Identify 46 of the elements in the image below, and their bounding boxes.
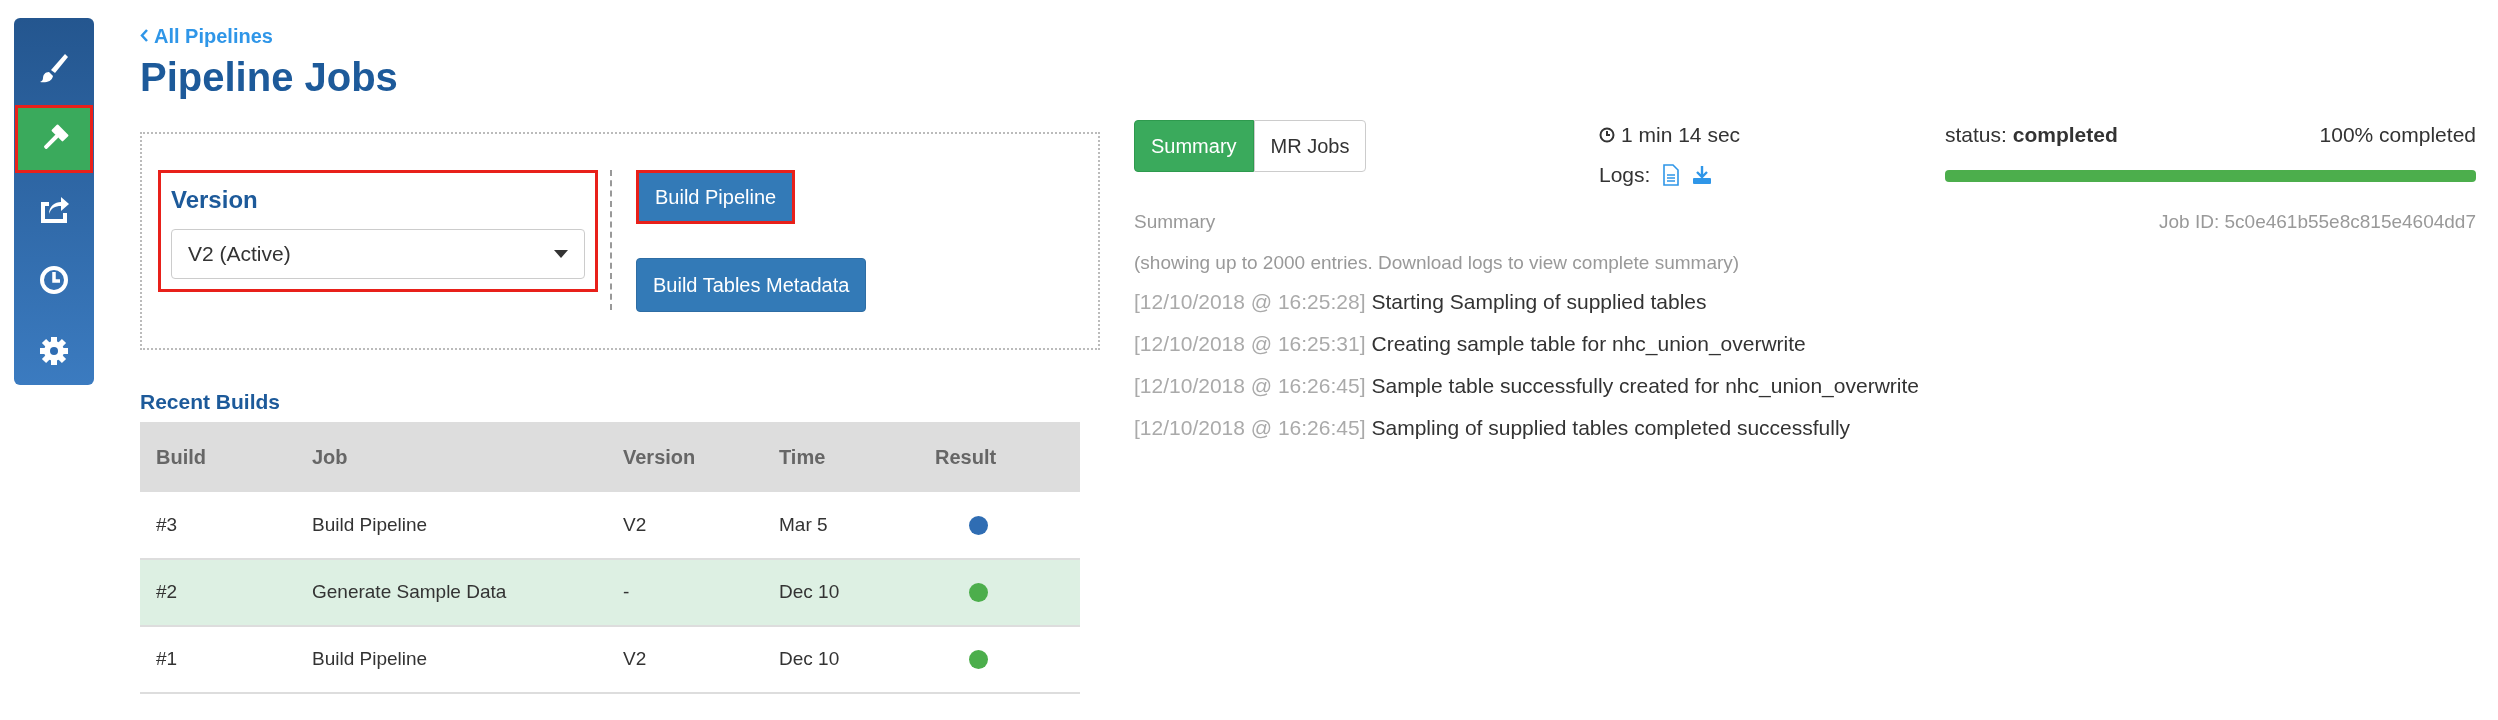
table-row[interactable]: #1 Build Pipeline V2 Dec 10 [140, 626, 1080, 693]
column-header: Time [763, 422, 919, 492]
table-cell: #1 [140, 626, 296, 693]
caret-icon [554, 250, 568, 258]
table-cell: V2 [607, 626, 763, 693]
log-timestamp: [12/10/2018 @ 16:25:31] [1134, 331, 1366, 358]
table-cell: V2 [607, 492, 763, 559]
build-button[interactable]: Build Pipeline [636, 170, 796, 224]
percent-text: 100% completed [2319, 122, 2476, 149]
table-row[interactable]: #3 Build Pipeline V2 Mar 5 [140, 492, 1080, 559]
table-cell: #2 [140, 559, 296, 626]
clock-icon [1599, 127, 1615, 143]
logs-label: Logs: [1599, 162, 1651, 189]
log-timestamp: [12/10/2018 @ 16:26:45] [1134, 373, 1366, 400]
duration-text: 1 min 14 sec [1621, 122, 1741, 149]
log-timestamp: [12/10/2018 @ 16:25:28] [1134, 289, 1366, 316]
log-message: Creating sample table for nhc_union_overwrite [1371, 331, 1806, 358]
log-message: Starting Sampling of supplied tables [1371, 289, 1707, 316]
table-cell: #3 [140, 492, 296, 559]
status-text: status: completed [1945, 122, 2118, 149]
chevron-left-icon [140, 29, 148, 42]
version-label: Version [171, 185, 259, 215]
table-cell: Dec 10 [763, 626, 919, 693]
column-header: Version [607, 422, 763, 492]
log-message: Sample table successfully created for nhc_union_overwrite [1371, 373, 1919, 400]
job-id: Job ID: 5c0e461b55e8c815e4604dd7 [2159, 210, 2476, 234]
column-header: Job [296, 422, 607, 492]
download-icon[interactable] [1692, 165, 1713, 185]
log-message: Sampling of supplied tables completed successfully [1371, 415, 1851, 442]
build-button[interactable]: Build Tables Metadata [636, 258, 867, 312]
page-title: Pipeline Jobs [140, 54, 399, 101]
summary-note: (showing up to 2000 entries. Download logs to view complete summary) [1134, 250, 1741, 275]
table-cell: Mar 5 [763, 492, 919, 559]
section-title: Recent Builds [140, 389, 282, 415]
table-cell: Build Pipeline [296, 492, 607, 559]
column-header: Build [140, 422, 296, 492]
column-header: Result [919, 422, 1080, 492]
table-cell: Generate Sample Data [296, 559, 607, 626]
tab[interactable]: MR Jobs [1253, 120, 1367, 172]
summary-title: Summary [1134, 210, 1216, 234]
table-cell: Build Pipeline [296, 626, 607, 693]
table-cell: Dec 10 [763, 559, 919, 626]
table-cell: - [607, 559, 763, 626]
version-select[interactable]: V2 (Active) [171, 229, 585, 279]
sidebar-item[interactable] [15, 104, 93, 174]
log-timestamp: [12/10/2018 @ 16:26:45] [1134, 415, 1366, 442]
